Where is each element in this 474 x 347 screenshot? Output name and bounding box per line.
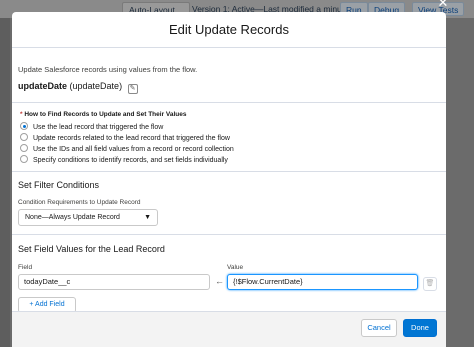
value-input[interactable]: {!$Flow.CurrentDate} [227, 274, 418, 290]
radio-selected-icon[interactable] [20, 122, 28, 130]
element-api-name: (updateDate) [69, 81, 123, 91]
how-to-find-text: How to Find Records to Update and Set Th… [24, 111, 187, 118]
radio-option-label: Specify conditions to identify records, … [33, 157, 228, 164]
radio-option-related-records[interactable]: Update records related to the lead recor… [20, 133, 230, 142]
field-input[interactable]: todayDate__c [18, 274, 210, 290]
chevron-down-icon: ▼ [144, 214, 151, 221]
modal-body: Update Salesforce records using values f… [12, 48, 446, 321]
plus-icon: + [29, 301, 34, 308]
modal-title: Edit Update Records [12, 12, 446, 48]
element-name-row: updateDate (updateDate) ✎ [18, 81, 138, 94]
condition-requirements-label: Condition Requirements to Update Record [18, 199, 141, 206]
edit-update-records-modal: Edit Update Records Update Salesforce re… [12, 12, 446, 347]
modal-footer: Cancel Done [12, 311, 446, 347]
radio-option-triggering-record[interactable]: Use the lead record that triggered the f… [20, 122, 163, 131]
trash-icon[interactable]: 🗑 [423, 277, 437, 291]
done-button[interactable]: Done [403, 319, 437, 337]
add-field-label: Add Field [35, 301, 65, 308]
close-icon[interactable]: ✕ [436, 0, 450, 10]
radio-icon[interactable] [20, 133, 28, 141]
radio-option-ids-and-values[interactable]: Use the IDs and all field values from a … [20, 144, 234, 153]
radio-option-label: Use the IDs and all field values from a … [33, 146, 234, 153]
divider [12, 171, 446, 172]
condition-requirements-select[interactable]: None—Always Update Record ▼ [18, 209, 158, 226]
radio-option-specify-conditions[interactable]: Specify conditions to identify records, … [20, 155, 228, 164]
cancel-button[interactable]: Cancel [361, 319, 397, 337]
required-marker: * [20, 111, 23, 118]
filter-section-title: Set Filter Conditions [18, 180, 100, 190]
edit-pencil-icon[interactable]: ✎ [127, 84, 138, 94]
radio-icon[interactable] [20, 155, 28, 163]
field-values-section-title: Set Field Values for the Lead Record [18, 244, 165, 254]
divider [12, 234, 446, 235]
condition-requirements-value: None—Always Update Record [25, 214, 120, 221]
element-label: updateDate [18, 81, 68, 91]
radio-icon[interactable] [20, 144, 28, 152]
field-column-label: Field [18, 264, 33, 271]
modal-description: Update Salesforce records using values f… [18, 65, 198, 74]
left-arrow-icon: ← [215, 276, 224, 286]
divider [12, 102, 446, 103]
value-column-label: Value [227, 264, 244, 271]
background-canvas [0, 18, 10, 347]
radio-option-label: Update records related to the lead recor… [33, 135, 230, 142]
how-to-find-label: * How to Find Records to Update and Set … [20, 111, 187, 118]
radio-option-label: Use the lead record that triggered the f… [33, 124, 164, 131]
